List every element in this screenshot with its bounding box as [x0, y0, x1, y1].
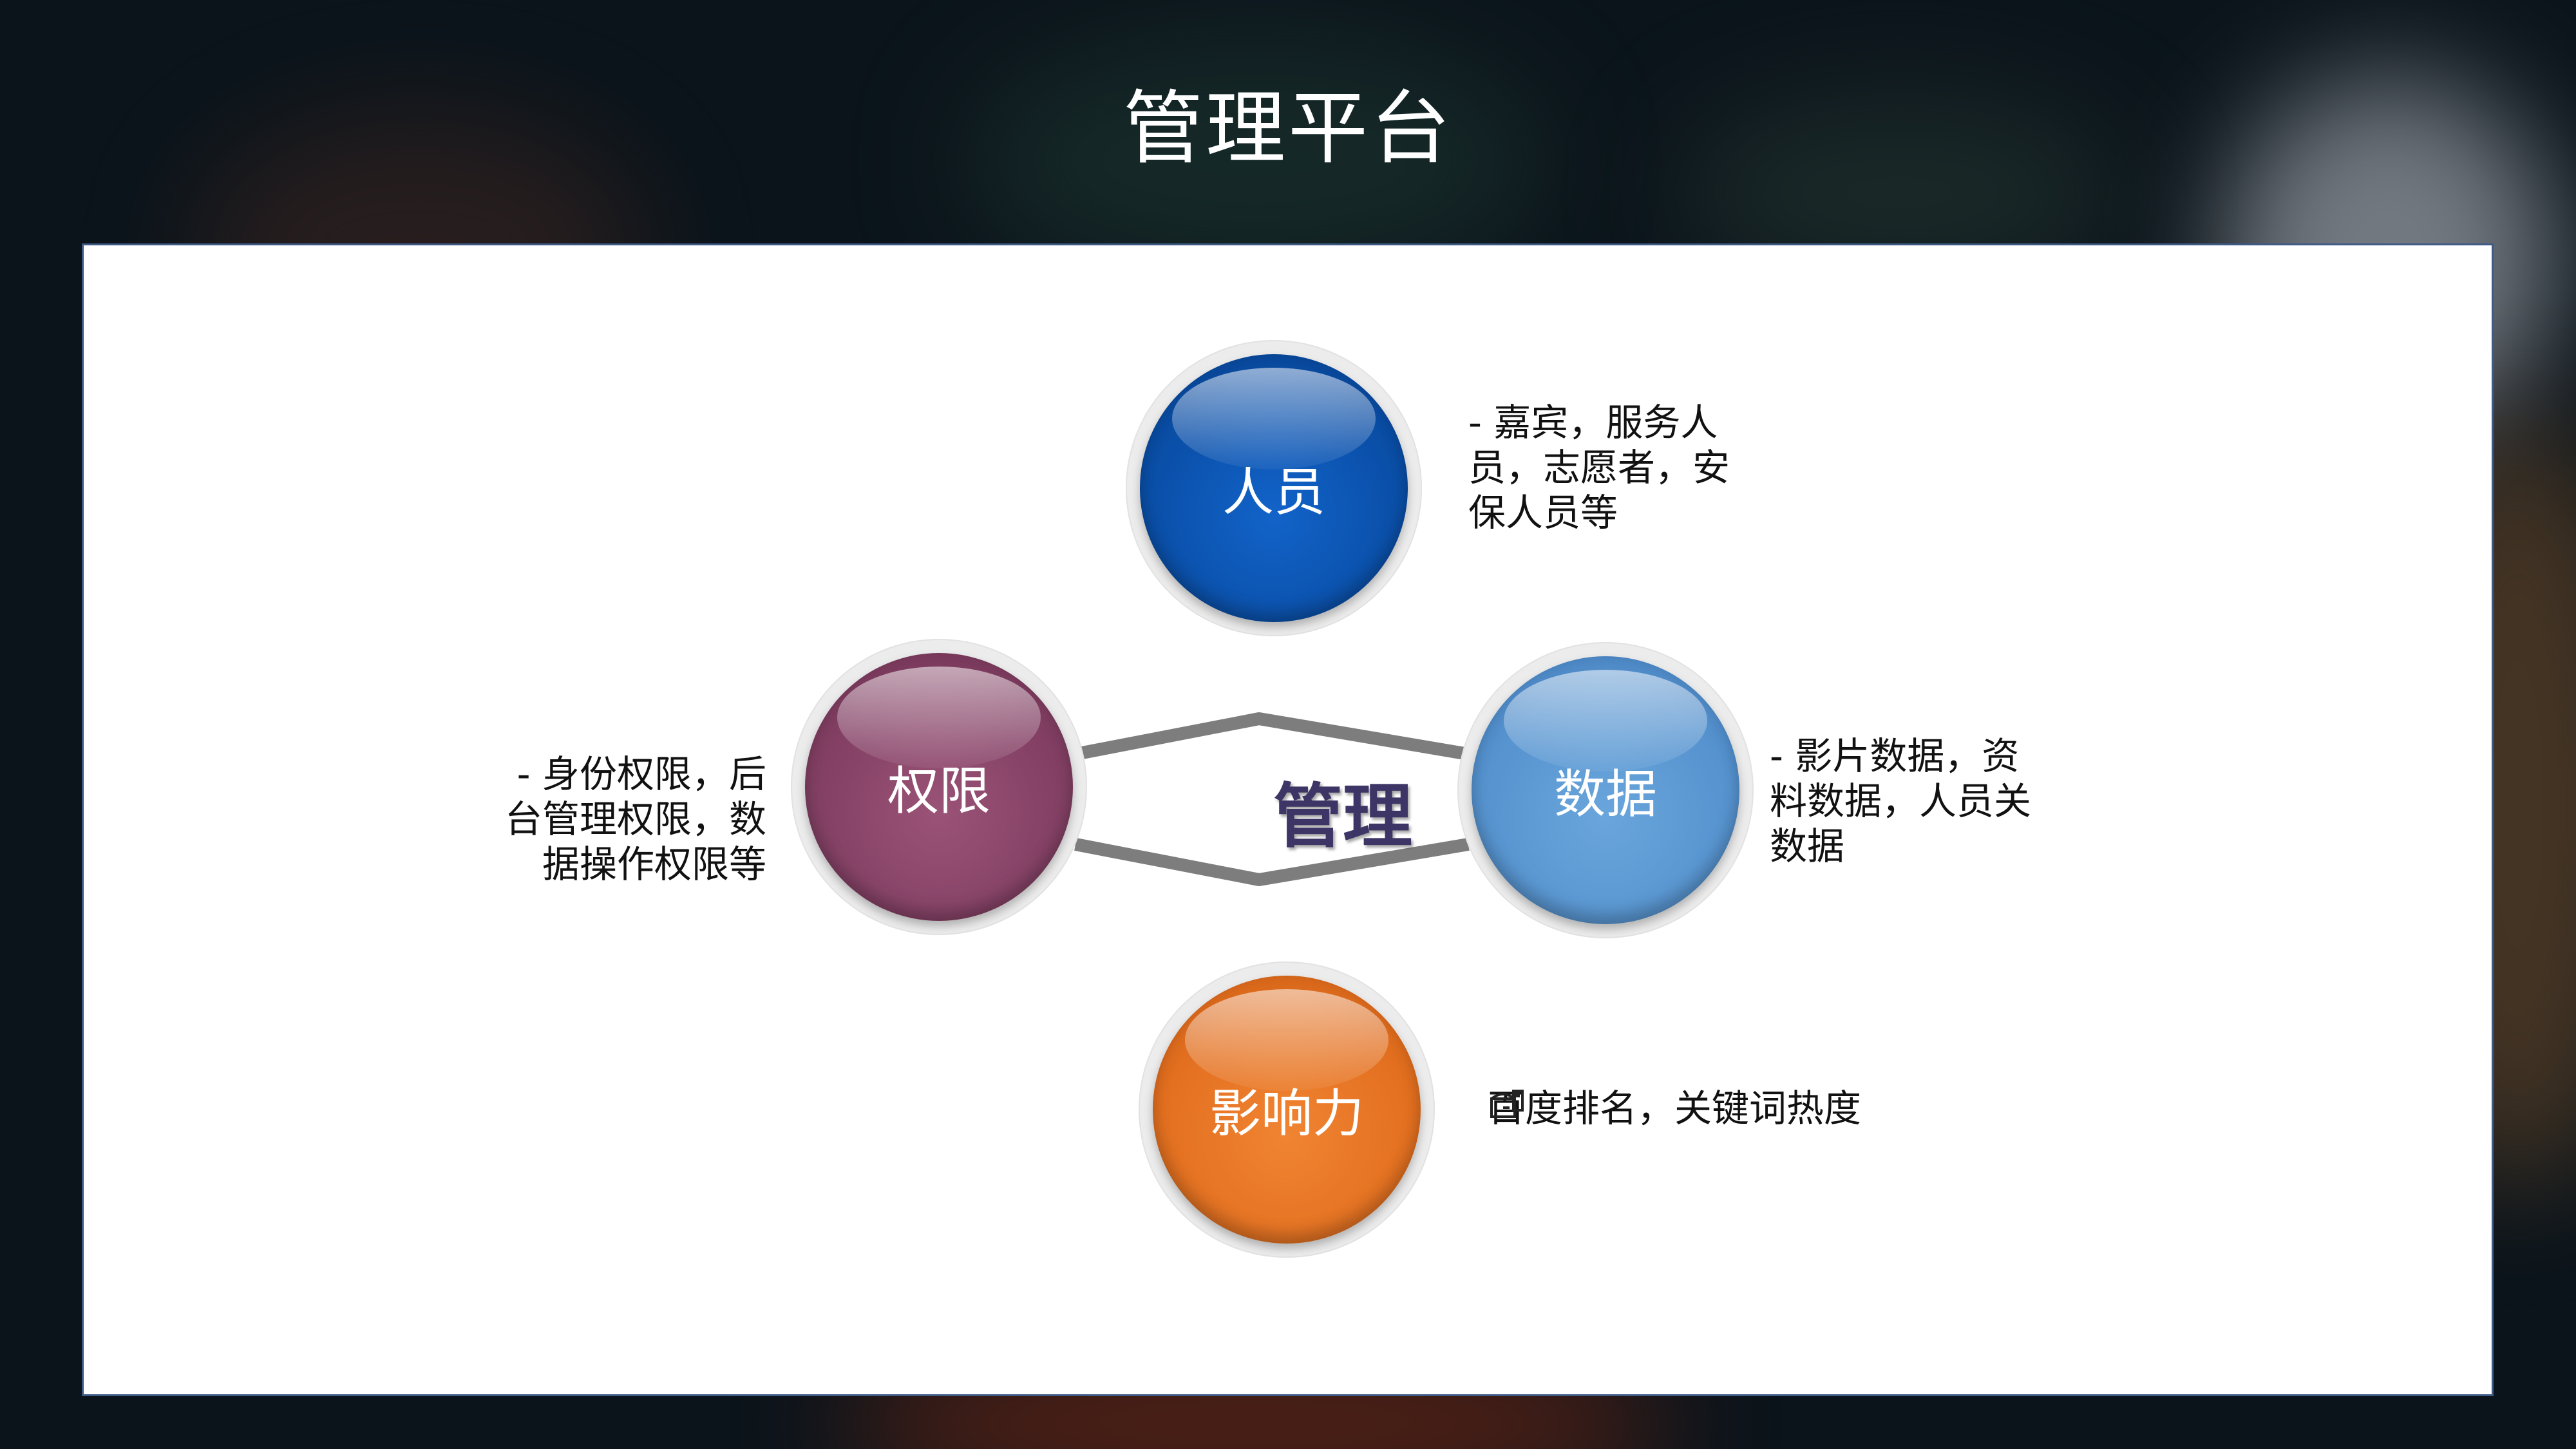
- node-permissions-label: 权限: [887, 761, 990, 821]
- node-data-label: 数据: [1554, 764, 1657, 824]
- description-line: 据操作权限等: [542, 842, 766, 886]
- node-data-circle: 数据: [1472, 656, 1739, 924]
- description-line: - 身份权限，后: [516, 752, 766, 796]
- upper-connector: [1074, 712, 1470, 761]
- diagram-panel: 人员 权限 数据 影响力 管理 - 嘉宾，服务人 员，志愿者，安 保人员等 - …: [82, 243, 2494, 1396]
- center-label: 管理: [1273, 777, 1412, 857]
- permissions-description: - 身份权限，后 台管理权限，数 据操作权限等: [483, 752, 766, 887]
- description-line: 台管理权限，数: [504, 797, 766, 841]
- description-line: 百度排名，关键词热度: [1488, 1086, 1862, 1130]
- data-description: - 影片数据，资 料数据，人员关 数据: [1770, 734, 2031, 869]
- node-data: 数据: [1457, 642, 1754, 938]
- personnel-description: - 嘉宾，服务人 员，志愿者，安 保人员等: [1468, 400, 1730, 535]
- node-permissions: 权限: [791, 639, 1087, 935]
- slide-title: 管理平台: [1122, 82, 1453, 175]
- node-permissions-circle: 权限: [805, 653, 1073, 921]
- description-line: 数据: [1770, 824, 1845, 868]
- influence-description: 百度排名，关键词热度: [1488, 1086, 1861, 1131]
- node-personnel-circle: 人员: [1140, 354, 1408, 622]
- description-line: 料数据，人员关: [1770, 779, 2032, 823]
- mailbox-icon: [1490, 1090, 1524, 1118]
- description-line: - 嘉宾，服务人: [1468, 401, 1718, 444]
- node-personnel: 人员: [1126, 340, 1422, 636]
- description-line: - 影片数据，资: [1770, 734, 2020, 778]
- node-personnel-label: 人员: [1222, 462, 1325, 522]
- description-line: 员，志愿者，安: [1468, 446, 1730, 489]
- description-line: 保人员等: [1468, 491, 1618, 535]
- node-influence-label: 影响力: [1209, 1084, 1364, 1144]
- slide: 管理平台 人员 权限 数据 影响力 管理 - 嘉宾，服务人 员，志愿者，安 保人…: [0, 0, 2576, 1449]
- node-influence: 影响力: [1139, 961, 1435, 1258]
- node-influence-circle: 影响力: [1153, 976, 1421, 1244]
